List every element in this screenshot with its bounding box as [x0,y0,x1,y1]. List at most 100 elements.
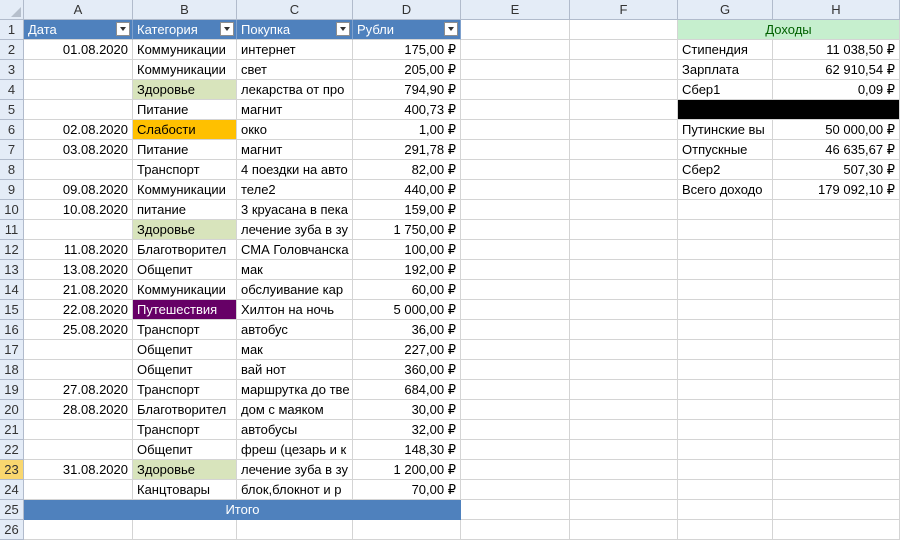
date-cell[interactable]: 22.08.2020 [24,300,133,320]
empty-cell[interactable] [678,340,773,360]
date-cell[interactable] [24,480,133,500]
purchase-cell[interactable]: интернет [237,40,353,60]
category-cell[interactable]: Транспорт [133,320,237,340]
category-cell[interactable]: Слабости [133,120,237,140]
empty-cell[interactable] [461,240,570,260]
column-header-b[interactable]: B [133,0,237,20]
empty-cell[interactable] [678,220,773,240]
income-value-cell[interactable]: 11 038,50 ₽ [773,40,900,60]
row-header-13[interactable]: 13 [0,260,24,280]
amount-cell[interactable]: 227,00 ₽ [353,340,461,360]
empty-cell[interactable] [570,320,678,340]
empty-cell[interactable] [461,500,570,520]
row-header-12[interactable]: 12 [0,240,24,260]
empty-cell[interactable] [570,420,678,440]
purchase-cell[interactable]: 3 круасана в пека [237,200,353,220]
empty-cell[interactable] [678,420,773,440]
purchase-cell[interactable]: СМА Головчанска [237,240,353,260]
empty-cell[interactable] [461,100,570,120]
empty-cell[interactable] [570,120,678,140]
row-header-15[interactable]: 15 [0,300,24,320]
category-cell[interactable]: Здоровье [133,460,237,480]
column-header-h[interactable]: H [773,0,900,20]
empty-cell[interactable] [678,520,773,540]
purchase-cell[interactable]: дом с маяком [237,400,353,420]
amount-cell[interactable]: 1,00 ₽ [353,120,461,140]
empty-cell[interactable] [773,520,900,540]
empty-cell[interactable] [461,40,570,60]
date-cell[interactable]: 31.08.2020 [24,460,133,480]
empty-cell[interactable] [570,300,678,320]
empty-cell[interactable] [461,260,570,280]
amount-cell[interactable]: 82,00 ₽ [353,160,461,180]
date-cell[interactable]: 25.08.2020 [24,320,133,340]
empty-cell[interactable] [461,60,570,80]
empty-cell[interactable] [570,160,678,180]
income-label-cell[interactable]: Сбер1 [678,80,773,100]
purchase-cell[interactable]: Хилтон на ночь [237,300,353,320]
category-cell[interactable]: Коммуникации [133,60,237,80]
empty-cell[interactable] [773,340,900,360]
column-header-a[interactable]: A [24,0,133,20]
category-cell[interactable]: Путешествия [133,300,237,320]
purchase-cell[interactable]: лечение зуба в зу [237,460,353,480]
date-cell[interactable] [24,220,133,240]
purchase-cell[interactable]: фреш (цезарь и к [237,440,353,460]
purchase-cell[interactable]: магнит [237,100,353,120]
date-cell[interactable] [24,440,133,460]
income-label-cell[interactable]: Отпускные [678,140,773,160]
row-header-11[interactable]: 11 [0,220,24,240]
empty-cell[interactable] [773,460,900,480]
purchase-cell[interactable]: теле2 [237,180,353,200]
category-cell[interactable]: Коммуникации [133,40,237,60]
empty-cell[interactable] [678,260,773,280]
empty-cell[interactable] [570,440,678,460]
category-cell[interactable]: Здоровье [133,220,237,240]
row-header-18[interactable]: 18 [0,360,24,380]
empty-cell[interactable] [570,340,678,360]
total-cell[interactable]: Итого [24,500,461,520]
category-cell[interactable]: Общепит [133,340,237,360]
empty-cell[interactable] [678,360,773,380]
blacked-out-cell[interactable] [678,100,900,120]
amount-cell[interactable]: 794,90 ₽ [353,80,461,100]
empty-cell[interactable] [773,260,900,280]
filter-dropdown-icon[interactable] [116,22,130,36]
purchase-cell[interactable]: магнит [237,140,353,160]
empty-cell[interactable] [773,360,900,380]
empty-cell[interactable] [570,400,678,420]
purchase-cell[interactable]: маршрутка до тве [237,380,353,400]
empty-cell[interactable] [773,280,900,300]
empty-cell[interactable] [461,220,570,240]
amount-cell[interactable]: 205,00 ₽ [353,60,461,80]
amount-cell[interactable]: 32,00 ₽ [353,420,461,440]
category-cell[interactable]: Благотворител [133,240,237,260]
purchase-cell[interactable]: блок,блокнот и р [237,480,353,500]
column-header-e[interactable]: E [461,0,570,20]
category-cell[interactable]: Питание [133,140,237,160]
row-header-22[interactable]: 22 [0,440,24,460]
category-cell[interactable]: Канцтовары [133,480,237,500]
empty-cell[interactable] [773,420,900,440]
empty-cell[interactable] [773,380,900,400]
empty-cell[interactable] [570,20,678,40]
empty-cell[interactable] [461,440,570,460]
category-cell[interactable]: питание [133,200,237,220]
empty-cell[interactable] [678,240,773,260]
amount-cell[interactable]: 36,00 ₽ [353,320,461,340]
column-header-c[interactable]: C [237,0,353,20]
empty-cell[interactable] [461,480,570,500]
amount-cell[interactable]: 400,73 ₽ [353,100,461,120]
empty-cell[interactable] [678,280,773,300]
empty-cell[interactable] [570,380,678,400]
empty-cell[interactable] [570,520,678,540]
row-header-1[interactable]: 1 [0,20,24,40]
empty-cell[interactable] [773,480,900,500]
empty-cell[interactable] [678,320,773,340]
date-cell[interactable]: 01.08.2020 [24,40,133,60]
row-header-25[interactable]: 25 [0,500,24,520]
income-value-cell[interactable]: 0,09 ₽ [773,80,900,100]
empty-cell[interactable] [773,220,900,240]
amount-cell[interactable]: 360,00 ₽ [353,360,461,380]
amount-cell[interactable]: 1 750,00 ₽ [353,220,461,240]
